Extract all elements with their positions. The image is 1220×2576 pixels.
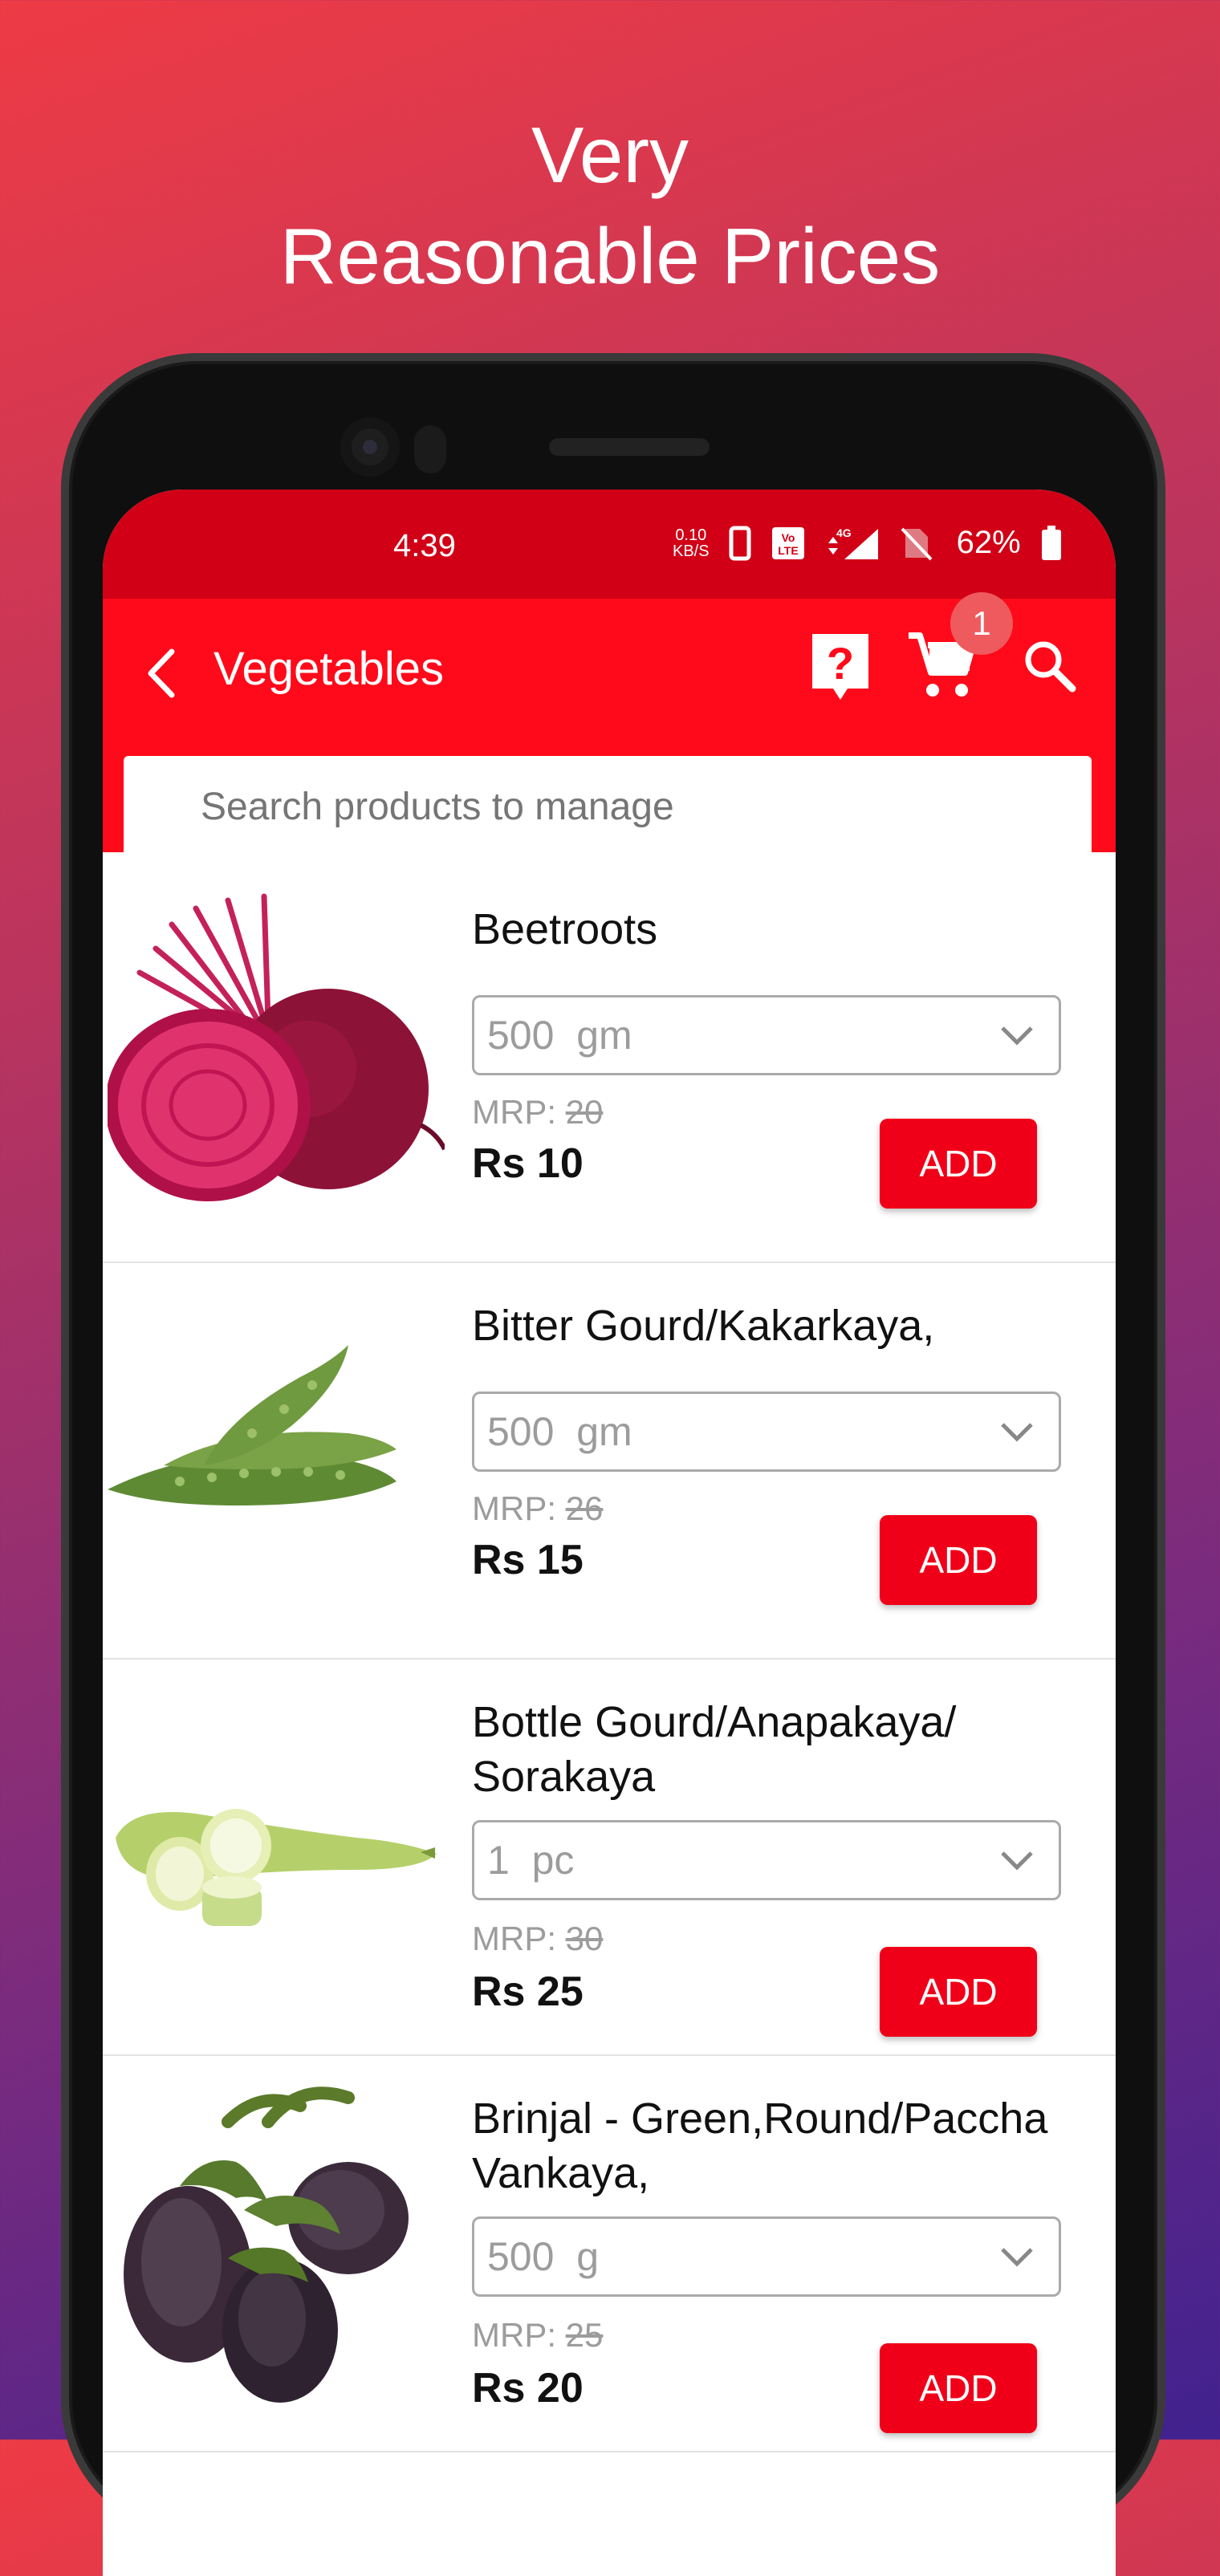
- quantity-value: 1: [487, 1838, 510, 1883]
- mrp-text: MRP: 20: [472, 1093, 603, 1132]
- search-bar-container: [103, 748, 1116, 859]
- battery-percent: 62%: [956, 525, 1021, 560]
- product-name: Beetroots: [472, 905, 658, 953]
- quantity-value: 500: [487, 1013, 555, 1058]
- mrp-text: MRP: 30: [472, 1920, 603, 1958]
- chevron-down-icon: [1001, 1851, 1033, 1871]
- phone-frame: 4:39 0.10 KB/S Vo LTE 4G 62% Vegetables …: [61, 353, 1165, 2576]
- mrp-label: MRP:: [472, 1093, 556, 1131]
- product-item: Bottle Gourd/Anapakaya/ Sorakaya 1 pc MR…: [103, 1660, 1116, 2056]
- mrp-text: MRP: 26: [472, 1489, 603, 1528]
- chevron-down-icon: [1001, 2248, 1033, 2267]
- add-button[interactable]: ADD: [880, 1515, 1037, 1605]
- chevron-down-icon: [1001, 1423, 1033, 1442]
- search-input[interactable]: [124, 756, 1092, 859]
- battery-icon: [1041, 525, 1061, 560]
- mrp-value: 25: [565, 2316, 604, 2354]
- network-speed-value: 0.10: [675, 526, 707, 544]
- help-icon[interactable]: ?: [809, 631, 872, 703]
- status-time: 4:39: [393, 528, 456, 563]
- product-name: Brinjal - Green,Round/Paccha Vankaya,: [472, 2095, 1048, 2197]
- product-item: Bitter Gourd/Kakarkaya, 500 gm MRP: 26 R…: [103, 1263, 1116, 1660]
- svg-text:4G: 4G: [836, 526, 852, 539]
- cart-count-badge: 1: [950, 592, 1013, 655]
- mrp-label: MRP:: [472, 2316, 556, 2354]
- bitter-gourd-image: [108, 1281, 445, 1618]
- price-text: Rs 20: [472, 2365, 584, 2411]
- quantity-value: 500: [487, 2234, 555, 2279]
- promo-headline: Very Reasonable Prices: [0, 104, 1220, 307]
- quantity-dropdown[interactable]: 1 pc: [472, 1820, 1061, 1900]
- add-button[interactable]: ADD: [880, 1947, 1037, 2037]
- quantity-unit: g: [576, 2234, 600, 2279]
- speaker-grille: [549, 438, 710, 456]
- mrp-label: MRP:: [472, 1489, 556, 1527]
- app-screen: 4:39 0.10 KB/S Vo LTE 4G 62% Vegetables …: [103, 490, 1116, 2576]
- network-speed-unit: KB/S: [673, 542, 710, 560]
- page-title: Vegetables: [214, 643, 445, 695]
- chevron-down-icon: [1001, 1026, 1033, 1046]
- svg-text:?: ?: [827, 638, 854, 689]
- search-icon[interactable]: [1023, 639, 1077, 693]
- price-text: Rs 10: [472, 1140, 584, 1187]
- price-text: Rs 25: [472, 1969, 584, 2015]
- quantity-dropdown[interactable]: 500 gm: [472, 995, 1061, 1075]
- mrp-label: MRP:: [472, 1920, 556, 1957]
- no-sim-icon: [901, 527, 933, 560]
- quantity-dropdown[interactable]: 500 g: [472, 2216, 1061, 2297]
- product-name: Bitter Gourd/Kakarkaya,: [472, 1302, 935, 1350]
- back-arrow-icon[interactable]: [138, 645, 186, 701]
- quantity-unit: pc: [531, 1838, 575, 1883]
- product-item: Brinjal - Green,Round/Paccha Vankaya, 50…: [103, 2056, 1116, 2452]
- promo-line-1: Very: [531, 111, 689, 199]
- mrp-value: 20: [565, 1093, 604, 1131]
- brinjal-image: [108, 2074, 445, 2411]
- add-button[interactable]: ADD: [880, 1119, 1037, 1209]
- mrp-value: 26: [565, 1489, 604, 1527]
- camera-icon: [340, 417, 400, 477]
- quantity-unit: gm: [576, 1013, 632, 1058]
- network-speed: 0.10 KB/S: [673, 527, 710, 559]
- add-button[interactable]: ADD: [880, 2343, 1037, 2433]
- phone-icon: [729, 526, 751, 560]
- quantity-value: 500: [487, 1409, 555, 1454]
- quantity-dropdown[interactable]: 500 gm: [472, 1392, 1061, 1472]
- signal-4g-icon: 4G: [828, 526, 878, 559]
- sensor-icon: [414, 425, 446, 473]
- mrp-value: 30: [565, 1920, 604, 1957]
- svg-text:LTE: LTE: [778, 544, 798, 557]
- price-text: Rs 15: [472, 1537, 584, 1583]
- promo-line-2: Reasonable Prices: [279, 212, 941, 300]
- app-bar: Vegetables ? 1: [103, 592, 1116, 748]
- product-list: Beetroots 500 gm MRP: 20 Rs 10 ADD Bitte…: [103, 867, 1116, 2452]
- product-item: Beetroots 500 gm MRP: 20 Rs 10 ADD: [103, 867, 1116, 1263]
- beetroot-image: [108, 884, 445, 1221]
- bottle-gourd-image: [108, 1677, 445, 2014]
- status-icons: 0.10 KB/S Vo LTE 4G 62%: [673, 525, 1063, 561]
- product-name: Bottle Gourd/Anapakaya/ Sorakaya: [472, 1698, 957, 1801]
- quantity-unit: gm: [576, 1409, 632, 1454]
- volte-icon: Vo LTE: [771, 526, 804, 559]
- svg-text:Vo: Vo: [781, 531, 795, 544]
- status-bar: 4:39 0.10 KB/S Vo LTE 4G 62%: [103, 490, 1116, 599]
- mrp-text: MRP: 25: [472, 2316, 603, 2355]
